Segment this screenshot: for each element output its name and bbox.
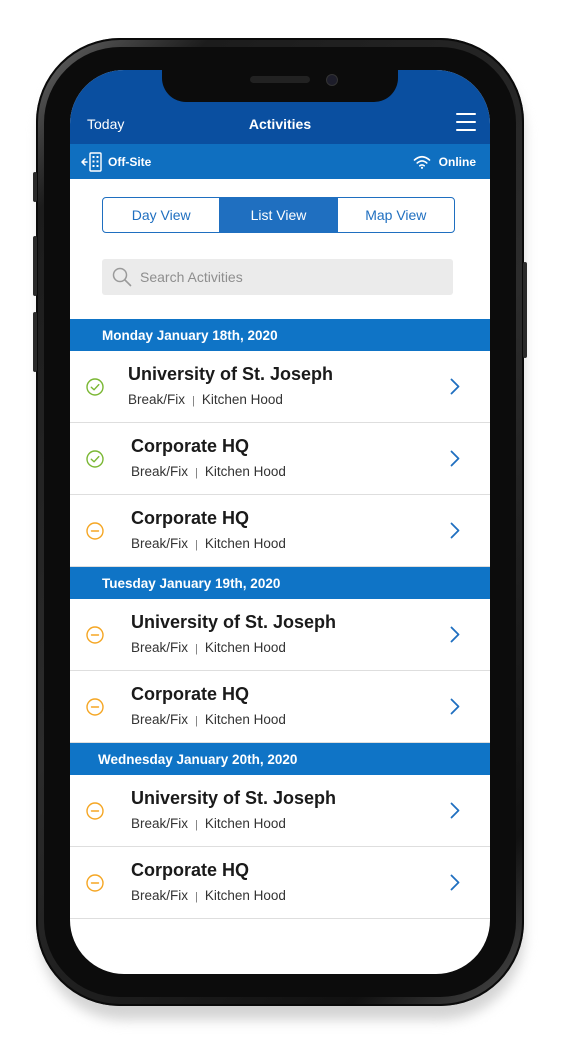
off-site-indicator[interactable]: Off-Site xyxy=(81,152,151,172)
hamburger-menu-icon[interactable] xyxy=(456,112,478,132)
chevron-right-icon xyxy=(450,802,460,819)
search-icon xyxy=(112,267,132,287)
volume-up-button xyxy=(33,236,37,296)
exit-building-icon xyxy=(81,152,102,172)
day-header: Tuesday January 19th, 2020 xyxy=(70,567,490,599)
activity-name: University of St. Joseph xyxy=(131,612,337,632)
activity-details: Break/Fix | Kitchen Hood xyxy=(131,816,286,831)
connection-status-bar: Off-Site Online xyxy=(70,144,490,179)
day-header: Monday January 18th, 2020 xyxy=(70,319,490,351)
activity-name: University of St. Joseph xyxy=(128,364,334,384)
activity-details: Break/Fix | Kitchen Hood xyxy=(128,392,283,407)
phone-notch xyxy=(162,70,398,102)
activity-row[interactable]: Corporate HQ Break/Fix | Kitchen Hood xyxy=(70,423,490,495)
pending-minus-icon xyxy=(86,522,104,540)
search-placeholder: Search Activities xyxy=(140,269,243,285)
pending-minus-icon xyxy=(86,802,104,820)
chevron-right-icon xyxy=(450,698,460,715)
view-switcher: Day View List View Map View xyxy=(102,197,455,233)
tab-day-view[interactable]: Day View xyxy=(103,198,219,232)
power-button xyxy=(523,262,527,358)
activity-details: Break/Fix | Kitchen Hood xyxy=(131,536,286,551)
chevron-right-icon xyxy=(450,626,460,643)
page-title: Activities xyxy=(248,116,312,132)
earpiece-speaker xyxy=(250,76,310,83)
pending-minus-icon xyxy=(86,874,104,892)
chevron-right-icon xyxy=(450,378,460,395)
activity-list: Monday January 18th, 2020 University of … xyxy=(70,319,490,919)
activity-row[interactable]: University of St. Joseph Break/Fix | Kitch… xyxy=(70,599,490,671)
app-screen: Today Activities Off-Site Online Day Vie… xyxy=(70,70,490,974)
activity-details: Break/Fix | Kitchen Hood xyxy=(131,712,286,727)
activity-name: Corporate HQ xyxy=(131,436,250,456)
completed-check-icon xyxy=(86,450,104,468)
activity-name: Corporate HQ xyxy=(131,508,250,528)
activity-row[interactable]: Corporate HQ Break/Fix | Kitchen Hood xyxy=(70,847,490,919)
front-camera xyxy=(326,74,338,86)
mute-switch xyxy=(33,172,37,202)
pending-minus-icon xyxy=(86,698,104,716)
chevron-right-icon xyxy=(450,450,460,467)
activity-row[interactable]: University of St. Joseph Break/Fix | Kitch… xyxy=(70,775,490,847)
activity-row[interactable]: University of St. Joseph Break/Fix | Kitch… xyxy=(70,351,490,423)
activity-name: Corporate HQ xyxy=(131,860,250,880)
off-site-label: Off-Site xyxy=(108,155,152,169)
chevron-right-icon xyxy=(450,522,460,539)
online-label: Online xyxy=(438,155,476,169)
tab-map-view[interactable]: Map View xyxy=(336,198,454,232)
activity-row[interactable]: Corporate HQ Break/Fix | Kitchen Hood xyxy=(70,495,490,567)
activity-name: Corporate HQ xyxy=(131,684,250,704)
online-indicator: Online xyxy=(413,152,476,172)
activity-details: Break/Fix | Kitchen Hood xyxy=(131,888,286,903)
activity-name: University of St. Joseph xyxy=(131,788,337,808)
volume-down-button xyxy=(33,312,37,372)
tab-list-view[interactable]: List View xyxy=(219,198,337,232)
activity-details: Break/Fix | Kitchen Hood xyxy=(131,464,286,479)
pending-minus-icon xyxy=(86,626,104,644)
chevron-right-icon xyxy=(450,874,460,891)
search-input[interactable]: Search Activities xyxy=(102,259,453,295)
day-header: Wednesday January 20th, 2020 xyxy=(70,743,490,775)
wifi-icon xyxy=(413,155,430,169)
completed-check-icon xyxy=(86,378,104,396)
activity-details: Break/Fix | Kitchen Hood xyxy=(131,640,286,655)
activity-row[interactable]: Corporate HQ Break/Fix | Kitchen Hood xyxy=(70,671,490,743)
